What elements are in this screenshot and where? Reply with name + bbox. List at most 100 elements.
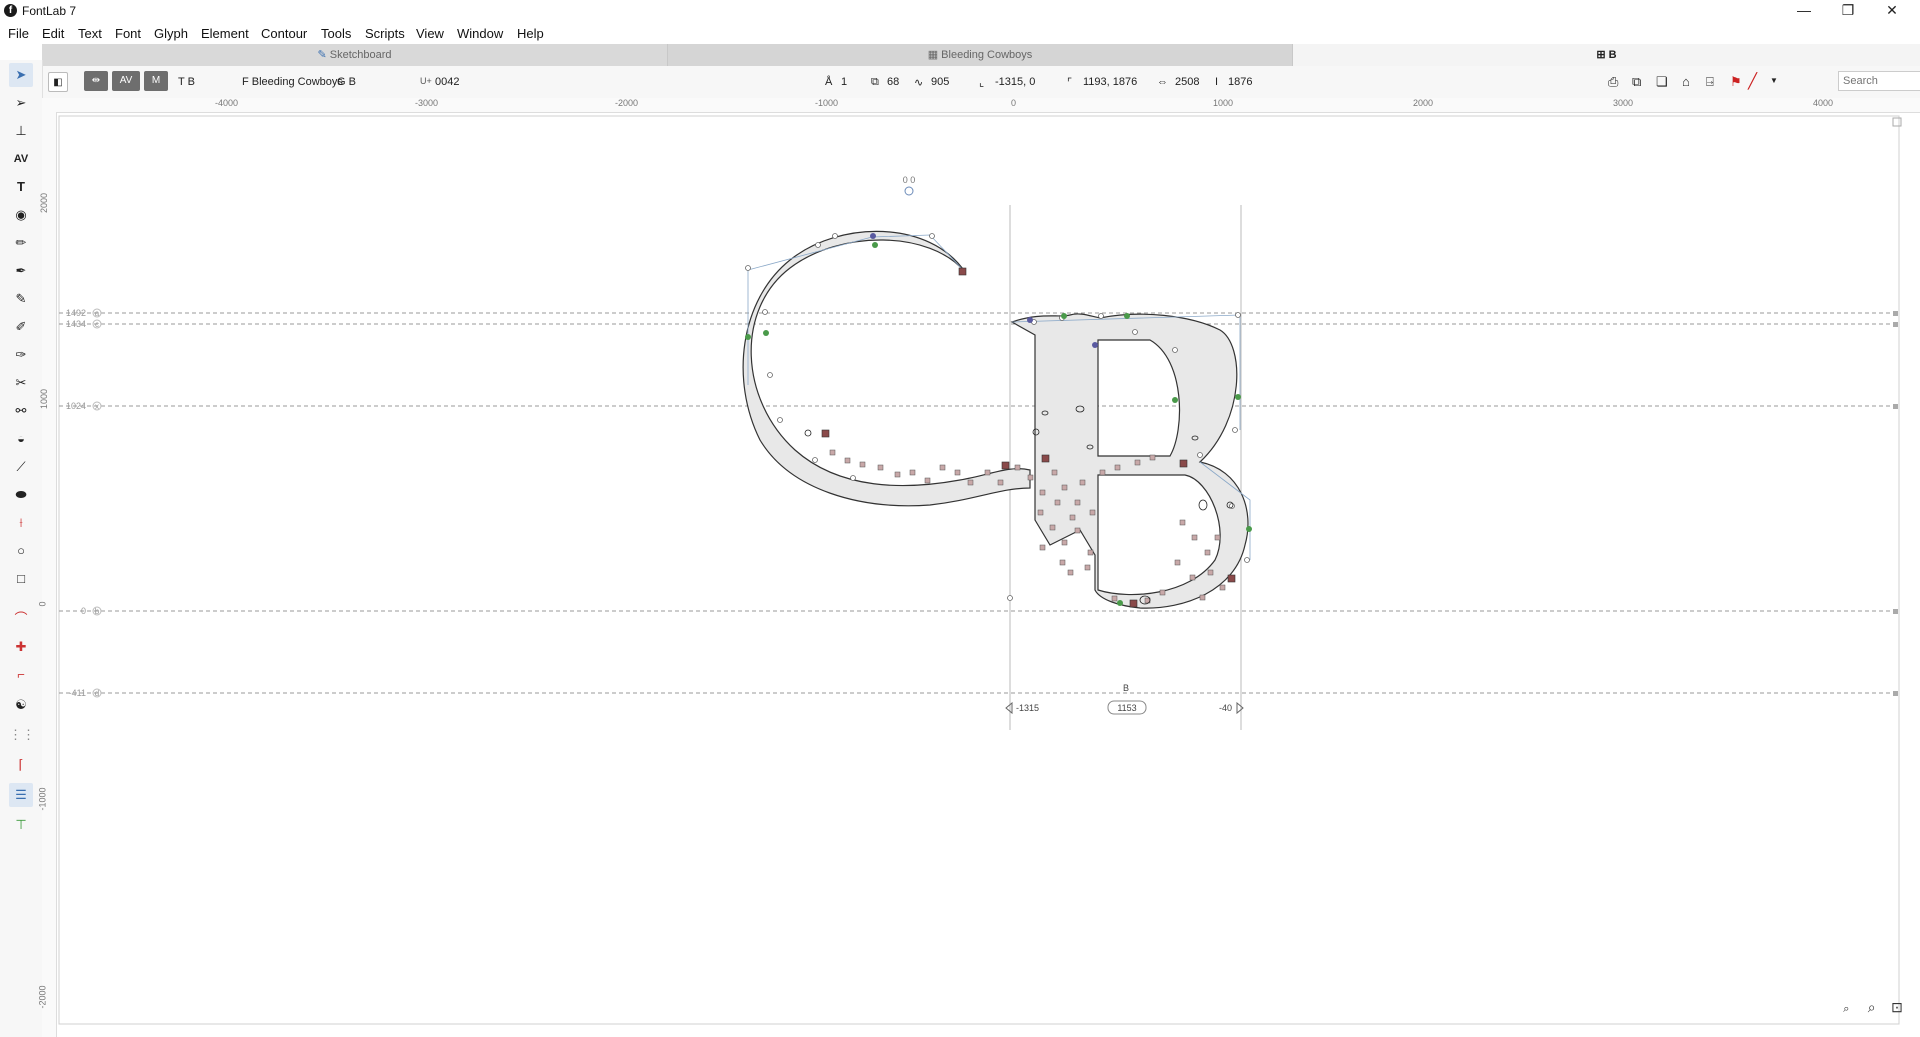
search-input[interactable] — [1838, 71, 1920, 91]
tag-icon[interactable]: ⌂ — [1682, 74, 1690, 89]
lsb-value[interactable]: -1315 — [1016, 703, 1039, 713]
metrics-mode-button[interactable]: M — [144, 71, 168, 91]
close-icon[interactable]: ✕ — [1870, 0, 1914, 22]
kerning-tool-icon[interactable]: AV — [9, 147, 33, 171]
export-icon[interactable]: ⍈ — [1706, 74, 1714, 90]
guide-tag: b — [95, 607, 100, 616]
knife-tool-icon[interactable]: ✂ — [9, 371, 33, 395]
ruler-tick: -3000 — [415, 98, 439, 108]
restore-icon[interactable]: ❐ — [1826, 0, 1870, 22]
pencil-tool-icon[interactable]: ✐ — [9, 315, 33, 339]
guide-tag: a — [95, 309, 100, 318]
ellipse-tool-icon[interactable]: ○ — [9, 539, 33, 563]
sliders-icon[interactable]: ☰ — [9, 783, 33, 807]
guide-icon[interactable]: ⌈ — [9, 753, 33, 777]
print-icon[interactable]: ⎙ — [1608, 74, 1618, 90]
grid-dots-icon[interactable]: ⋮⋮ — [9, 723, 35, 747]
menu-view[interactable]: View — [416, 26, 444, 41]
zoom-out-icon[interactable]: ⌕ — [1835, 1003, 1857, 1023]
zoom-controls: ⌕ ⌕ ⊡ — [1835, 999, 1908, 1023]
ruler-tick: -4000 — [215, 98, 239, 108]
glyph-icon: ⊞ — [1596, 49, 1606, 61]
rapid-tool-icon[interactable]: ✎ — [9, 287, 33, 311]
rectangle-tool-icon[interactable]: □ — [9, 567, 33, 591]
origin-value: -1315, 0 — [995, 76, 1036, 88]
eyedropper-tool-icon[interactable]: ⟊ — [9, 511, 33, 535]
guide-label: 1024 — [66, 401, 86, 411]
advance-value[interactable]: 1153 — [1117, 703, 1136, 713]
rsb-value[interactable]: -40 — [1219, 703, 1232, 713]
height-value: 1876 — [1228, 76, 1253, 88]
width-icon: ⇔ — [1157, 76, 1168, 88]
stack-icon[interactable]: ⧉ — [1632, 74, 1641, 90]
ruler-tick: 0 — [37, 601, 48, 607]
chevron-down-icon[interactable]: ▼ — [1770, 76, 1778, 85]
ruler-tool-icon[interactable]: ⟋ — [9, 455, 33, 479]
pen-icon: ✎ — [317, 49, 327, 61]
glyph-name-marker: B — [1123, 683, 1129, 693]
glyph-name-label[interactable]: G B — [337, 76, 356, 88]
sidebar-toggle-icon[interactable]: ◧ — [48, 72, 68, 92]
ruler-tick: 4000 — [1813, 98, 1834, 108]
app-logo-icon: f — [4, 4, 17, 17]
color-line-icon[interactable]: ╱ — [1748, 72, 1757, 90]
flag-icon[interactable]: ⚑ — [1730, 74, 1742, 90]
width-value: 2508 — [1175, 76, 1200, 88]
spacing-mode-button[interactable]: AV — [112, 71, 140, 91]
brush-tool-icon[interactable]: ✏ — [9, 231, 33, 255]
guide-tag: x — [95, 402, 99, 411]
menu-scripts[interactable]: Scripts — [365, 26, 405, 41]
corner-icon[interactable]: ⌐ — [9, 663, 33, 687]
font-name-label[interactable]: F Bleeding Cowboys — [242, 76, 343, 88]
menu-edit[interactable]: Edit — [42, 26, 64, 41]
layers-count: 1 — [841, 76, 848, 88]
size-icon: ⌜ — [1067, 77, 1073, 89]
menu-element[interactable]: Element — [201, 26, 249, 41]
text-tool-icon[interactable]: T — [9, 175, 33, 199]
tab-glyph-window[interactable]: ⊞ B — [1293, 44, 1920, 66]
pen-tool-icon[interactable]: ✒ — [9, 259, 33, 283]
text-mode-label[interactable]: T B — [178, 76, 195, 88]
canvas-frame — [58, 115, 1900, 1025]
guide-label: 1492 — [66, 308, 86, 318]
node-type-icon[interactable]: ✚ — [9, 635, 33, 659]
menu-window[interactable]: Window — [457, 26, 503, 41]
menu-font[interactable]: Font — [115, 26, 141, 41]
minimize-icon[interactable]: — — [1782, 0, 1826, 22]
copy-icon[interactable]: ❏ — [1656, 74, 1668, 90]
metrics-tool-icon[interactable]: ⊥ — [9, 119, 33, 143]
yin-yang-icon[interactable]: ☯ — [9, 693, 33, 717]
scissors-tool-icon[interactable]: ⚯ — [9, 399, 33, 423]
zoom-fit-icon[interactable]: ⊡ — [1886, 999, 1908, 1019]
kerning-mode-button[interactable]: ⇹ — [84, 71, 108, 91]
grid-icon: ▦ — [927, 49, 939, 61]
tab-label: Bleeding Cowboys — [941, 49, 1033, 61]
menu-contour[interactable]: Contour — [261, 26, 307, 41]
menu-help[interactable]: Help — [517, 26, 544, 41]
ruler-tick: 1000 — [39, 388, 50, 410]
ruler-tick: -2000 — [37, 985, 48, 1009]
shape-tool-icon[interactable]: ⬬ — [9, 483, 33, 507]
tab-bar: ✎ Sketchboard ▦ Bleeding Cowboys ⊞ B — [42, 44, 1920, 66]
unicode-prefix: U+ — [420, 76, 432, 86]
eraser-tool-icon[interactable]: ◉ — [9, 203, 33, 227]
unicode-value[interactable]: 0042 — [435, 76, 459, 88]
menu-glyph[interactable]: Glyph — [154, 26, 188, 41]
nib-tool-icon[interactable]: ✑ — [9, 343, 33, 367]
layers-icon: Å — [825, 76, 833, 88]
fill-tool-icon[interactable]: ◒ — [9, 427, 33, 451]
guide-tag: d — [95, 689, 99, 698]
menu-text[interactable]: Text — [78, 26, 102, 41]
ruler-tick: -1000 — [37, 787, 48, 811]
tab-font-window[interactable]: ▦ Bleeding Cowboys — [668, 44, 1293, 66]
menu-file[interactable]: File — [8, 26, 29, 41]
menu-tools[interactable]: Tools — [321, 26, 351, 41]
sidebearing-icon[interactable]: ⊤ — [9, 813, 33, 837]
pointer-tool-icon[interactable]: ➤ — [9, 63, 33, 87]
zoom-in-icon[interactable]: ⌕ — [1861, 999, 1883, 1019]
contour-tool-icon[interactable]: ➢ — [9, 91, 33, 115]
smart-curve-icon[interactable]: ⌒ — [9, 607, 33, 631]
glyph-canvas[interactable]: 1492 1434 1024 0 -411 a c x b d 0 0 B -1… — [57, 113, 1920, 1037]
height-icon: I — [1215, 76, 1219, 88]
tab-sketchboard[interactable]: ✎ Sketchboard — [42, 44, 668, 66]
